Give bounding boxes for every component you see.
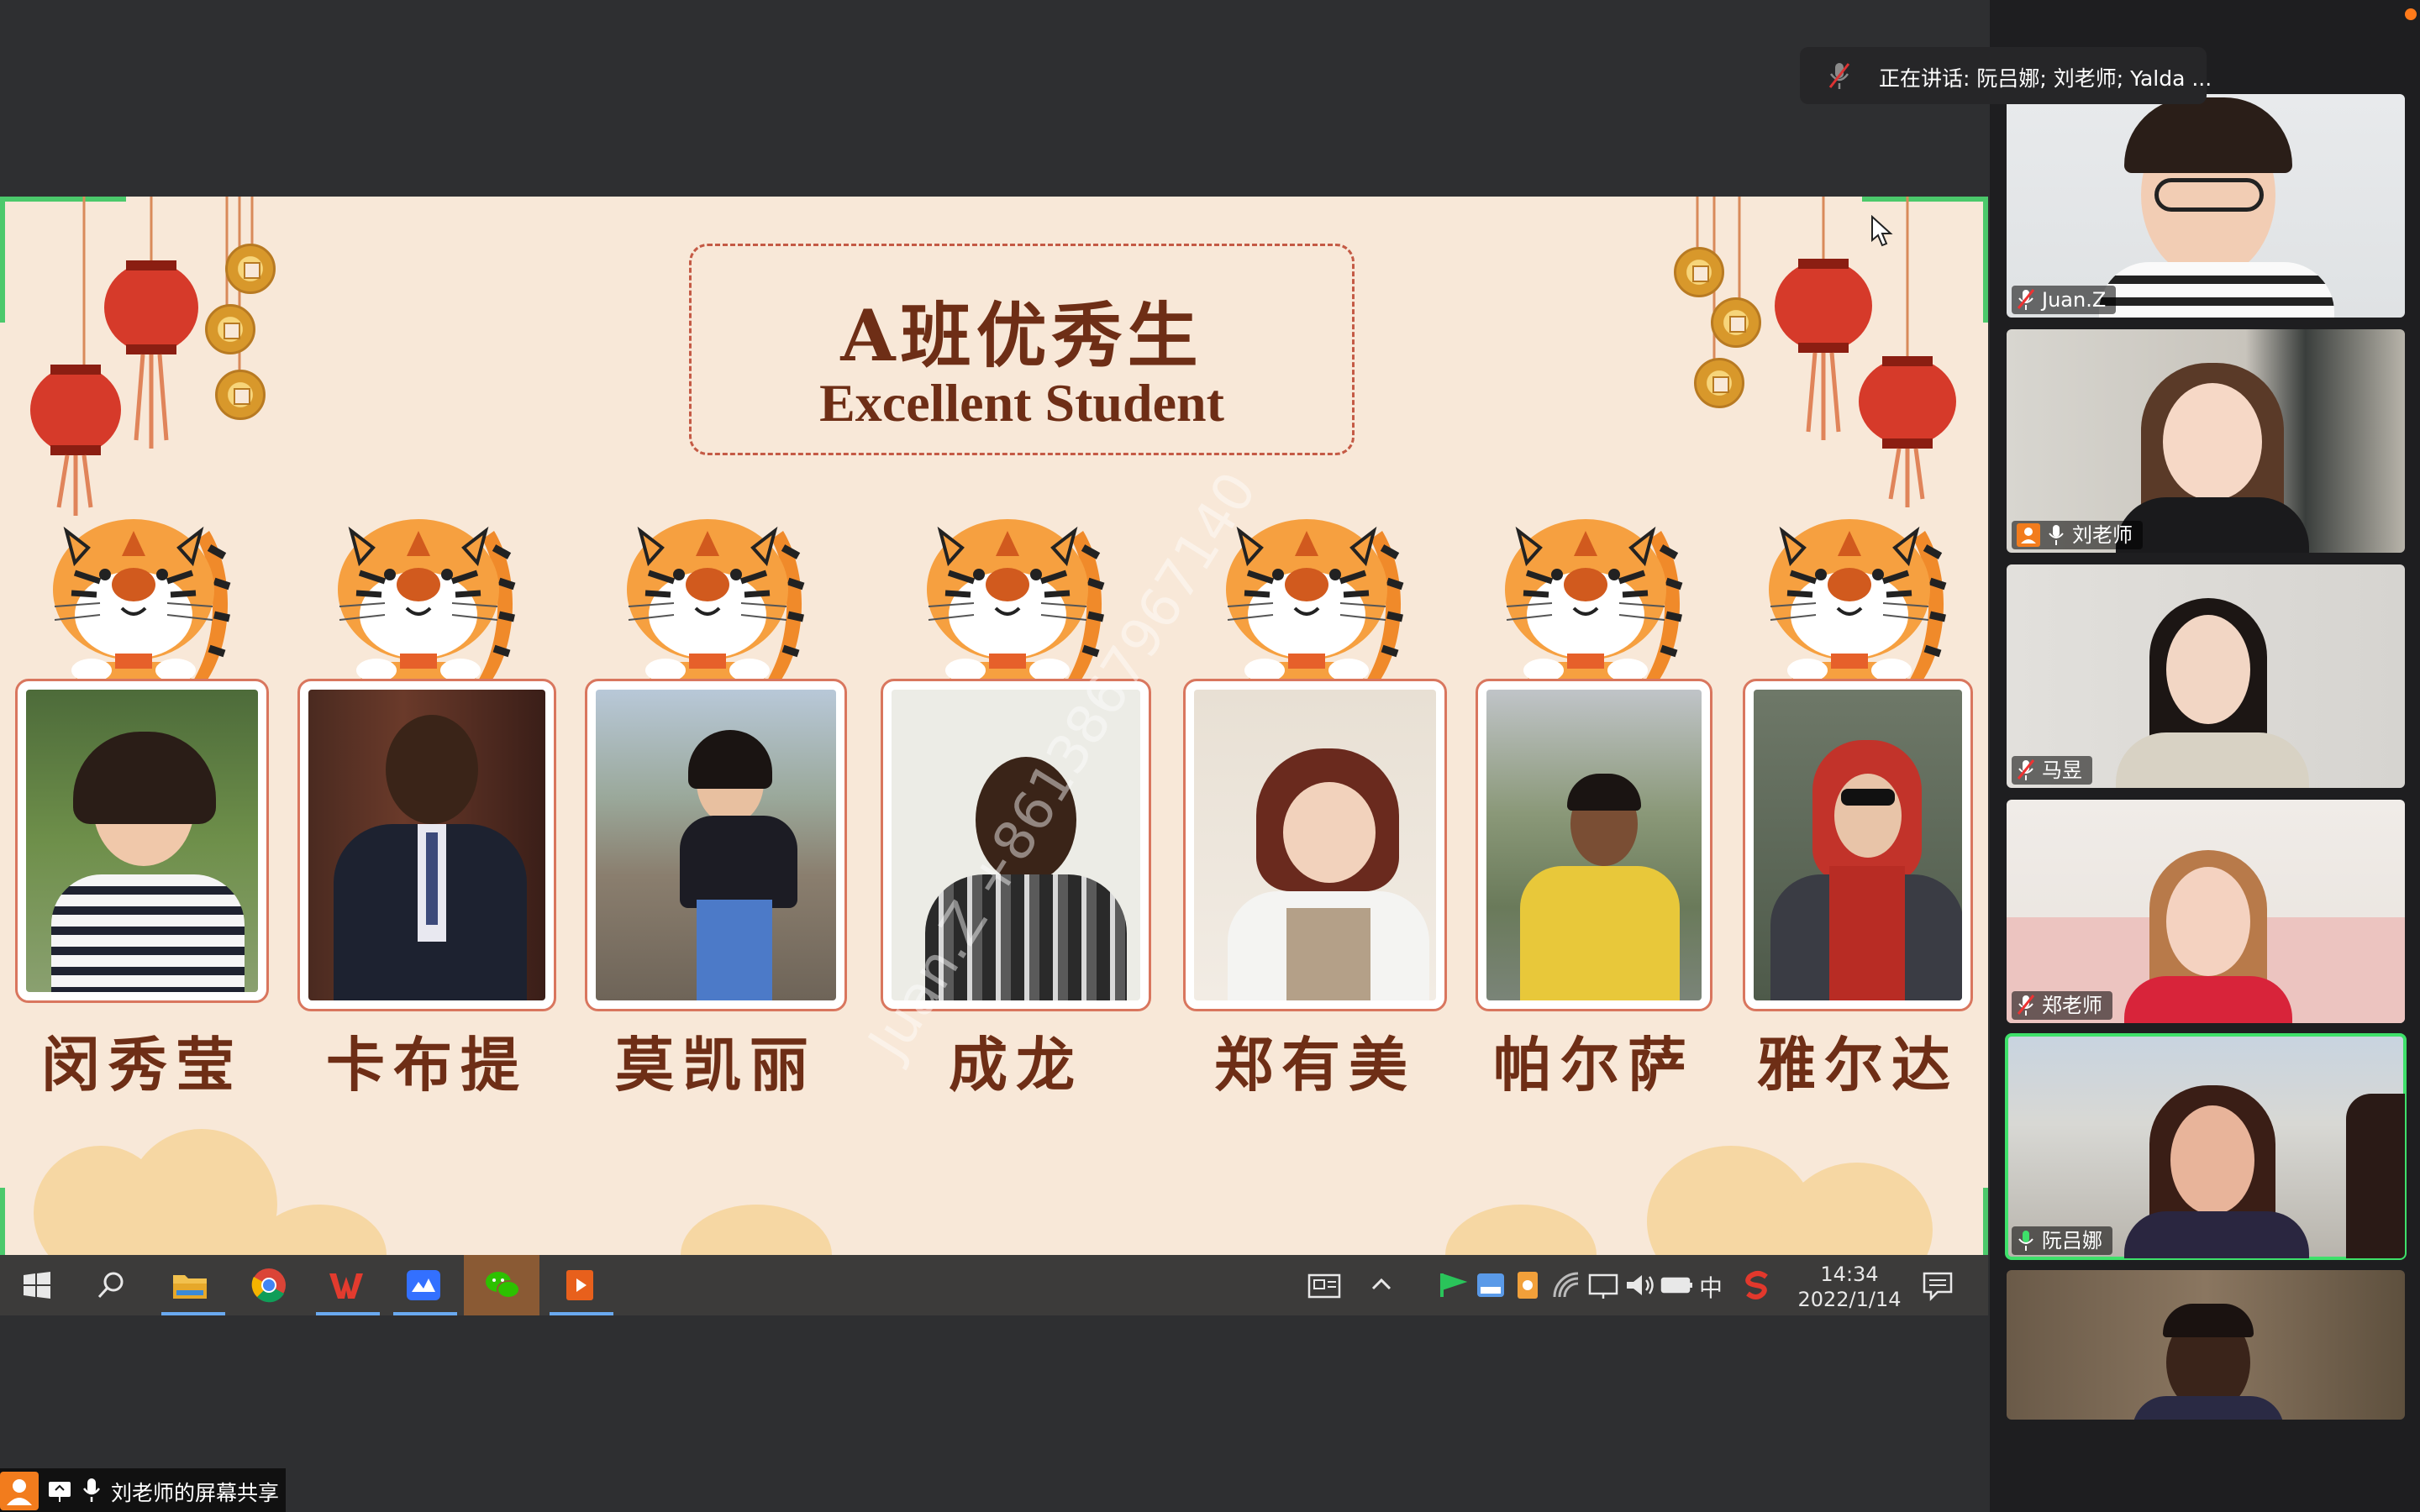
screen-share-icon <box>49 1482 71 1502</box>
student-name: 莫凯丽 <box>615 1030 817 1100</box>
slide-title-english: Excellent Student <box>819 373 1224 433</box>
student-name: 郑有美 <box>1214 1030 1416 1100</box>
mic-muted-icon <box>2017 995 2035 1016</box>
participant-tile[interactable] <box>2007 1270 2405 1420</box>
student-photo <box>15 679 269 1003</box>
share-frame-edge <box>0 1188 5 1255</box>
student-photo <box>1743 679 1973 1011</box>
mic-muted-icon[interactable] <box>1825 60 1854 91</box>
participant-label: 马昱 <box>2012 756 2092 785</box>
slide-title-box: A班优秀生 Excellent Student <box>689 244 1355 455</box>
participant-tile[interactable]: 马昱 <box>2007 564 2405 788</box>
participant-label: Juan.Z <box>2012 286 2117 314</box>
share-frame-edge <box>1983 197 1988 323</box>
media-player-icon[interactable] <box>560 1265 600 1305</box>
participant-tile[interactable]: Juan.Z <box>2007 94 2405 318</box>
lantern-decoration-left <box>30 197 254 516</box>
tiger-icon <box>326 497 528 682</box>
host-icon <box>2017 523 2040 547</box>
taskbar-active-indicator <box>161 1312 225 1315</box>
flag-icon[interactable] <box>1432 1265 1472 1305</box>
coin-decoration <box>225 244 276 294</box>
student-photo <box>1476 679 1712 1011</box>
chevron-up-icon[interactable] <box>1361 1265 1402 1305</box>
participant-name: 郑老师 <box>2042 994 2102 1017</box>
task-view-icon[interactable] <box>1304 1265 1344 1305</box>
feishu-icon[interactable] <box>403 1265 444 1305</box>
student-photo <box>297 679 556 1011</box>
mic-muted-icon <box>2017 289 2035 310</box>
share-status-text: 刘老师的屏幕共享 <box>111 1481 280 1505</box>
tray-app-icon[interactable] <box>1507 1265 1548 1305</box>
lantern-decoration-right <box>1696 197 1956 507</box>
tiger-icon <box>615 497 817 682</box>
student-name: 闵秀莹 <box>41 1030 243 1100</box>
battery-icon[interactable] <box>1657 1265 1697 1305</box>
notification-dot <box>2405 8 2417 20</box>
taskbar-active-indicator <box>316 1312 380 1315</box>
mouse-cursor-icon <box>1871 215 1893 247</box>
student-name: 帕尔萨 <box>1493 1030 1695 1100</box>
participant-label: 刘老师 <box>2012 521 2143 549</box>
student-name: 雅尔达 <box>1757 1030 1959 1100</box>
participant-tile-active-speaker[interactable]: 阮吕娜 <box>2005 1033 2407 1260</box>
display-icon[interactable] <box>1583 1265 1623 1305</box>
slide-title-chinese: A班优秀生 <box>840 294 1203 377</box>
student-photo <box>585 679 847 1011</box>
participant-name: Juan.Z <box>2042 288 2107 312</box>
coin-decoration <box>1694 358 1744 408</box>
mic-icon <box>83 1478 100 1502</box>
host-icon <box>0 1472 39 1510</box>
share-frame-edge <box>1983 1188 1988 1255</box>
taskbar-active-indicator <box>393 1312 457 1315</box>
coin-decoration <box>1674 247 1724 297</box>
participant-name: 马昱 <box>2042 759 2082 782</box>
speaking-text: 正在讲话: 阮吕娜; 刘老师; Yalda ... <box>1879 66 2212 91</box>
mic-icon <box>2049 525 2064 545</box>
tiger-icon <box>41 497 243 682</box>
coin-decoration <box>1711 297 1761 348</box>
mic-icon <box>2018 1231 2033 1251</box>
windows-start-icon[interactable] <box>17 1265 57 1305</box>
wifi-icon[interactable] <box>1546 1265 1586 1305</box>
wps-office-icon[interactable] <box>326 1265 366 1305</box>
taskbar-active-indicator <box>550 1312 613 1315</box>
notification-center-icon[interactable] <box>1918 1265 1958 1305</box>
cloud-decoration <box>126 1129 277 1255</box>
windows-taskbar: 中 14:34 2022/1/14 <box>0 1255 1988 1315</box>
speaking-indicator: 正在讲话: 阮吕娜; 刘老师; Yalda ... <box>1800 47 2212 104</box>
share-frame-edge <box>0 197 5 323</box>
tiger-icon <box>915 497 1117 682</box>
shared-slide: A班优秀生 Excellent Student 闵秀莹 卡布提 莫凯丽 成龙 郑… <box>0 197 1988 1255</box>
participant-name: 阮吕娜 <box>2042 1229 2102 1252</box>
participant-label: 阮吕娜 <box>2012 1226 2112 1255</box>
wechat-icon[interactable] <box>482 1265 523 1305</box>
tray-app-icon[interactable] <box>1470 1265 1511 1305</box>
chrome-icon[interactable] <box>249 1265 289 1305</box>
cloud-decoration <box>681 1205 832 1255</box>
participant-tile[interactable]: 刘老师 <box>2007 329 2405 553</box>
search-icon[interactable] <box>91 1265 131 1305</box>
cloud-decoration <box>1445 1205 1597 1255</box>
tiger-icon <box>1493 497 1695 682</box>
participant-tile[interactable]: 郑老师 <box>2007 800 2405 1023</box>
participant-name: 刘老师 <box>2072 523 2133 547</box>
mic-muted-icon <box>2017 759 2035 780</box>
screen-share-status-bar: 刘老师的屏幕共享 <box>0 1468 286 1512</box>
sogou-input-icon[interactable] <box>1738 1265 1778 1305</box>
clock-time: 14:34 <box>1820 1263 1879 1286</box>
coin-decoration <box>205 304 255 354</box>
student-photo <box>1183 679 1447 1011</box>
student-name: 卡布提 <box>326 1030 528 1100</box>
taskbar-clock[interactable]: 14:34 2022/1/14 <box>1791 1262 1908 1312</box>
tiger-icon <box>1757 497 1959 682</box>
ime-indicator[interactable]: 中 <box>1699 1270 1723 1304</box>
coin-decoration <box>215 370 266 420</box>
file-explorer-icon[interactable] <box>170 1265 210 1305</box>
clock-date: 2022/1/14 <box>1797 1288 1902 1311</box>
participant-label: 郑老师 <box>2012 991 2112 1020</box>
volume-icon[interactable] <box>1620 1265 1660 1305</box>
cloud-decoration <box>1781 1163 1933 1255</box>
